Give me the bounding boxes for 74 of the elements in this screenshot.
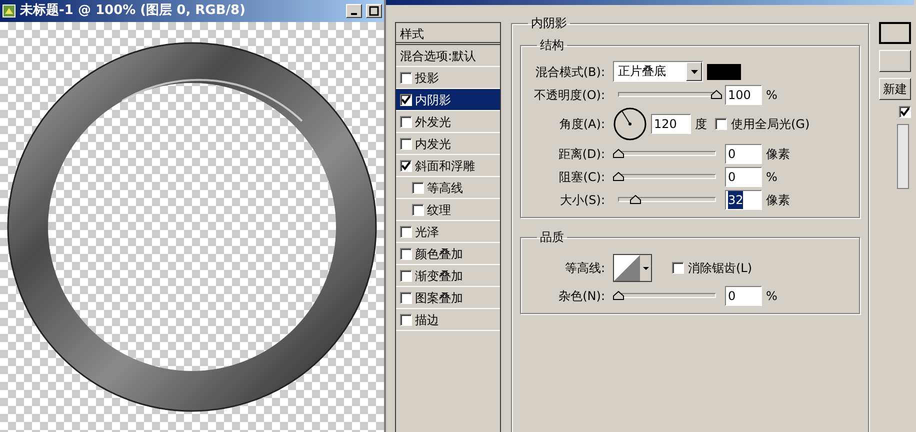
style-item[interactable]: 光泽 [415,222,439,240]
blend-mode-dropdown[interactable]: 正片叠底 [613,61,703,82]
style-item[interactable]: 外发光 [415,112,451,130]
style-item[interactable]: 内发光 [415,134,451,152]
caret-icon [690,70,698,74]
slider-thumb[interactable] [613,172,624,180]
document-icon [2,4,16,18]
field-label: 角度(A): [558,116,606,133]
group-title: 品质 [539,230,565,244]
checkbox-label: 消除锯齿(L) [688,260,752,277]
checkbox[interactable] [400,160,412,172]
checkbox[interactable] [400,72,412,84]
minimize-icon [351,13,357,15]
style-item[interactable]: 描边 [415,310,439,328]
style-preview [897,124,909,189]
group-title: 结构 [539,38,565,52]
style-item[interactable]: 颜色叠加 [415,244,463,262]
unit-label: 度 [695,116,707,133]
checkbox[interactable] [400,248,412,260]
unit-label: 像素 [766,192,790,208]
number-field[interactable]: 0 [725,286,762,306]
field-label: 等高线: [564,260,606,277]
ok-button[interactable] [879,22,911,44]
unit-label: % [766,288,778,304]
unit-label: % [766,168,778,186]
preview-checkbox[interactable] [899,106,911,118]
maximize-button[interactable] [366,4,382,18]
style-item[interactable]: 等高线 [427,178,463,196]
checkbox[interactable] [400,226,412,238]
style-item[interactable]: 混合选项:默认 [400,46,476,64]
unit-label: 像素 [766,146,790,162]
field-label: 不透明度(O): [533,86,606,104]
slider-thumb[interactable] [711,90,722,98]
field-label: 距离(D): [557,146,606,162]
checkbox[interactable] [412,182,424,194]
checkbox[interactable] [400,94,412,106]
new-style-button[interactable]: 新建 [879,78,911,100]
slider-thumb[interactable] [613,148,624,158]
style-item[interactable]: 渐变叠加 [415,266,463,284]
style-item[interactable]: 斜面和浮雕 [415,156,475,174]
contour-picker[interactable] [613,254,652,282]
styles-header: 样式 [396,23,500,45]
number-field[interactable]: 100 [725,84,762,104]
color-swatch[interactable] [707,64,741,80]
group-title: 内阴影 [530,16,568,30]
checkbox[interactable] [412,204,424,216]
maximize-icon [369,6,379,16]
style-item[interactable]: 图案叠加 [415,288,463,306]
style-item[interactable]: 投影 [415,68,439,86]
checkbox[interactable] [715,118,727,130]
minimize-button[interactable] [346,4,362,18]
slider-thumb[interactable] [630,194,641,204]
field-label: 阻塞(C): [558,168,606,186]
angle-dial[interactable] [613,107,647,141]
unit-label: % [766,86,778,104]
cancel-button[interactable] [879,50,911,72]
checkbox[interactable] [672,262,684,274]
number-field[interactable]: 0 [725,166,762,186]
checkbox[interactable] [400,116,412,128]
checkbox[interactable] [400,270,412,282]
document-title: 未标题-1 @ 100% (图层 0, RGB/8) [20,2,246,20]
slider-thumb[interactable] [613,290,624,300]
field-label: 杂色(N): [558,288,606,304]
checkbox-label: 使用全局光(G) [731,116,810,133]
number-field[interactable]: 32 [725,190,762,210]
style-item[interactable]: 纹理 [427,200,451,218]
field-label: 大小(S): [558,192,606,208]
checkbox[interactable] [400,138,412,150]
number-field[interactable]: 120 [651,114,691,134]
field-label: 混合模式(B): [534,64,606,80]
checkbox[interactable] [400,314,412,326]
number-field[interactable]: 0 [725,144,762,164]
checkbox[interactable] [400,292,412,304]
caret-icon [642,266,648,270]
